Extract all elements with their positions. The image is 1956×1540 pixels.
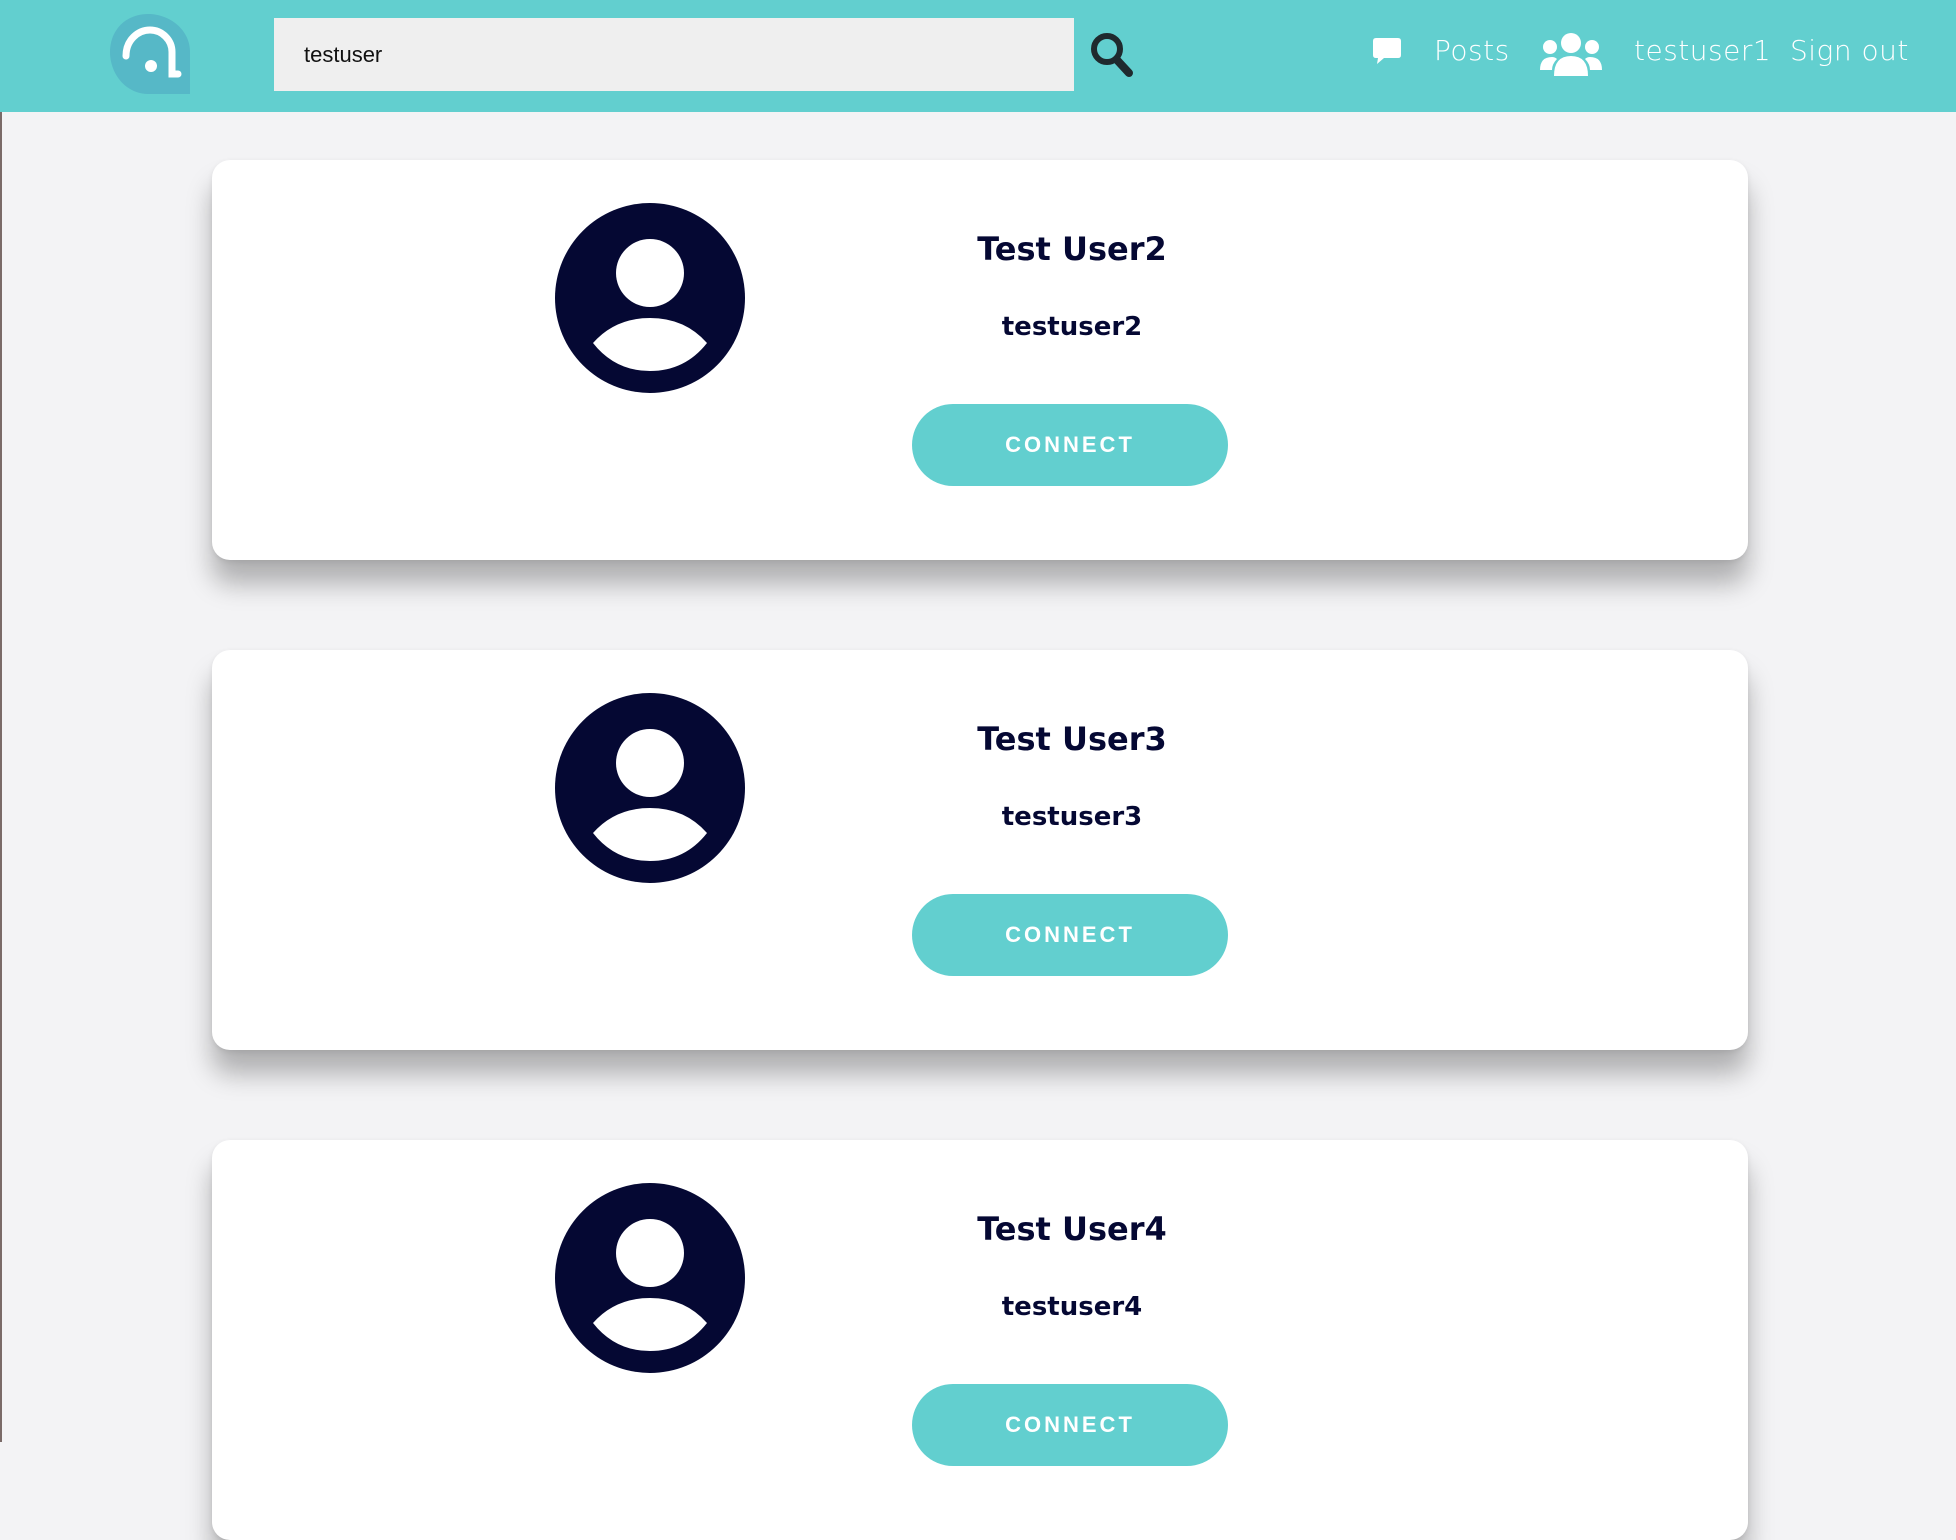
user-username: testuser4 — [1001, 1292, 1143, 1322]
search-input[interactable] — [274, 18, 1074, 91]
users-group-icon[interactable] — [1540, 32, 1602, 76]
search-results: Test User2 testuser2 CONNECT Test User3 … — [0, 112, 1956, 1540]
app-logo[interactable] — [106, 10, 190, 102]
user-card: Test User2 testuser2 CONNECT — [212, 160, 1748, 560]
connect-button[interactable]: CONNECT — [912, 404, 1228, 486]
user-username: testuser2 — [1001, 312, 1143, 342]
search-box — [274, 18, 1074, 91]
nav-profile-link[interactable]: testuser1 — [1634, 34, 1771, 67]
speech-bubble-icon[interactable] — [1372, 36, 1402, 66]
connect-button[interactable]: CONNECT — [912, 894, 1228, 976]
user-full-name: Test User3 — [977, 720, 1167, 758]
search-icon[interactable] — [1088, 30, 1134, 78]
user-full-name: Test User2 — [977, 230, 1167, 268]
user-full-name: Test User4 — [977, 1210, 1167, 1248]
user-card: Test User3 testuser3 CONNECT — [212, 650, 1748, 1050]
nav-posts-link[interactable]: Posts — [1434, 34, 1510, 67]
connect-button[interactable]: CONNECT — [912, 1384, 1228, 1466]
nav-signout-link[interactable]: Sign out — [1790, 34, 1909, 67]
user-card: Test User4 testuser4 CONNECT — [212, 1140, 1748, 1540]
user-username: testuser3 — [1001, 802, 1143, 832]
top-navbar: Posts testuser1 Sign out — [0, 0, 1956, 112]
